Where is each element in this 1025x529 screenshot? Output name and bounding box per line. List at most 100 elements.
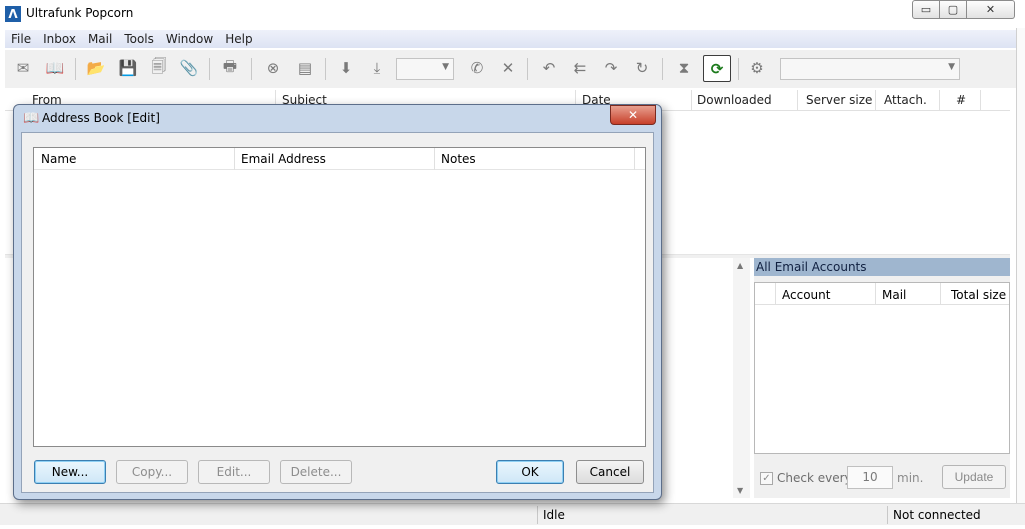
account-combo[interactable]: ▼ <box>780 58 960 80</box>
dialog-title: Address Book [Edit] <box>42 111 160 125</box>
column-divider[interactable] <box>775 283 776 305</box>
open-folder-icon[interactable]: 📂 <box>85 57 107 79</box>
column-email-address[interactable]: Email Address <box>241 152 326 166</box>
settings-icon[interactable]: ⚙ <box>746 57 768 79</box>
window-edge <box>1016 28 1025 503</box>
chevron-down-icon: ▼ <box>948 62 955 72</box>
column-divider[interactable] <box>797 90 798 111</box>
title-bar: Λ Ultrafunk Popcorn ▭ ▢ ✕ <box>0 0 1025 28</box>
print-icon[interactable]: 🖶 <box>219 57 241 79</box>
column-number[interactable]: # <box>956 93 966 107</box>
new-button[interactable]: New... <box>34 460 106 484</box>
menu-bar: File Inbox Mail Tools Window Help <box>5 30 1016 48</box>
minimize-icon: ▭ <box>920 3 932 16</box>
address-book-icon[interactable]: 📖 <box>44 57 66 79</box>
mailbox-icon[interactable]: ✆ <box>466 57 488 79</box>
check-every-label: Check every <box>777 471 852 485</box>
column-downloaded[interactable]: Downloaded <box>697 93 772 107</box>
maximize-button[interactable]: ▢ <box>940 0 967 19</box>
column-divider[interactable] <box>434 148 435 170</box>
column-divider[interactable] <box>980 90 981 111</box>
dialog-body: Name Email Address Notes New... Copy... … <box>21 132 654 493</box>
reply-icon[interactable]: ↶ <box>538 57 560 79</box>
accounts-table[interactable]: Account Mail Total size <box>754 282 1010 454</box>
download-selected-icon[interactable]: ⤓ <box>366 57 388 79</box>
column-divider[interactable] <box>875 90 876 111</box>
scroll-down-icon[interactable]: ▼ <box>737 486 743 495</box>
forward-icon[interactable]: ↷ <box>600 57 622 79</box>
preview-scrollbar[interactable]: ▲ ▼ <box>733 258 750 498</box>
scroll-up-icon[interactable]: ▲ <box>737 261 743 270</box>
toolbar-separator <box>662 58 663 80</box>
check-every-row: ✓ Check every <box>760 467 852 489</box>
minimize-button[interactable]: ▭ <box>912 0 940 19</box>
toolbar-separator <box>251 58 252 80</box>
maximize-icon: ▢ <box>947 3 959 16</box>
column-account[interactable]: Account <box>782 288 830 302</box>
column-notes[interactable]: Notes <box>441 152 476 166</box>
redirect-icon[interactable]: ↻ <box>631 57 653 79</box>
column-divider[interactable] <box>940 283 941 305</box>
window-controls: ▭ ▢ ✕ <box>912 0 1015 19</box>
download-icon[interactable]: ⬇ <box>335 57 357 79</box>
update-button[interactable]: Update <box>942 465 1006 489</box>
toolbar-separator <box>209 58 210 80</box>
window-title: Ultrafunk Popcorn <box>26 6 134 20</box>
column-server-size[interactable]: Server size <box>806 93 872 107</box>
dialog-close-button[interactable]: ✕ <box>610 105 656 125</box>
status-text: Idle <box>543 508 565 522</box>
chevron-down-icon: ▼ <box>442 62 449 72</box>
save-all-icon[interactable]: 🗐 <box>148 57 170 79</box>
attachment-icon[interactable]: 📎 <box>178 57 200 79</box>
address-table[interactable]: Name Email Address Notes <box>33 147 646 447</box>
hourglass-icon[interactable]: ⧗ <box>673 57 695 79</box>
accounts-title: All Email Accounts <box>754 258 1010 276</box>
menu-file[interactable]: File <box>5 32 37 46</box>
new-mail-icon[interactable]: ✉ <box>12 57 34 79</box>
menu-inbox[interactable]: Inbox <box>37 32 82 46</box>
delete-icon[interactable]: ✕ <box>497 57 519 79</box>
column-divider[interactable] <box>875 283 876 305</box>
column-divider[interactable] <box>691 90 692 111</box>
document-icon[interactable]: ▤ <box>294 57 316 79</box>
check-mail-icon[interactable]: ⟳ <box>703 55 731 82</box>
column-divider[interactable] <box>939 90 940 111</box>
toolbar-separator <box>527 58 528 80</box>
toolbar-separator <box>325 58 326 80</box>
close-icon: ✕ <box>985 3 996 16</box>
status-bar: Idle Not connected <box>0 503 1025 525</box>
toolbar-separator <box>75 58 76 80</box>
address-book-dialog: 📖 Address Book [Edit] ✕ Name Email Addre… <box>13 104 662 500</box>
column-divider[interactable] <box>634 148 635 170</box>
check-every-checkbox[interactable]: ✓ <box>760 471 773 485</box>
copy-button[interactable]: Copy... <box>116 460 188 484</box>
menu-tools[interactable]: Tools <box>118 32 160 46</box>
cancel-button[interactable]: Cancel <box>576 460 644 484</box>
column-attach[interactable]: Attach. <box>884 93 927 107</box>
save-icon[interactable]: 💾 <box>117 57 139 79</box>
connection-status: Not connected <box>893 508 981 522</box>
accounts-table-header: Account Mail Total size <box>755 283 1009 305</box>
cancel-icon[interactable]: ⊗ <box>262 57 284 79</box>
app-logo-icon: Λ <box>5 6 21 22</box>
check-interval-field[interactable]: 10 <box>847 466 893 489</box>
status-divider <box>537 506 538 524</box>
close-icon: ✕ <box>627 108 639 122</box>
delete-button[interactable]: Delete... <box>280 460 352 484</box>
edit-button[interactable]: Edit... <box>198 460 270 484</box>
close-button[interactable]: ✕ <box>967 0 1015 19</box>
column-name[interactable]: Name <box>41 152 76 166</box>
column-mail[interactable]: Mail <box>882 288 906 302</box>
address-book-icon: 📖 <box>23 111 40 126</box>
column-divider[interactable] <box>234 148 235 170</box>
menu-help[interactable]: Help <box>219 32 258 46</box>
menu-window[interactable]: Window <box>160 32 219 46</box>
ok-button[interactable]: OK <box>496 460 564 484</box>
toolbar: ✉ 📖 📂 💾 🗐 📎 🖶 ⊗ ▤ ⬇ ⤓ ▼ ✆ ✕ ↶ ⇇ ↷ ↻ ⧗ ⟳ … <box>5 50 1016 88</box>
reply-all-icon[interactable]: ⇇ <box>569 57 591 79</box>
download-count-combo[interactable]: ▼ <box>396 58 454 80</box>
menu-mail[interactable]: Mail <box>82 32 118 46</box>
column-total-size[interactable]: Total size <box>951 288 1006 302</box>
toolbar-separator <box>738 58 739 80</box>
address-table-header: Name Email Address Notes <box>34 148 645 170</box>
